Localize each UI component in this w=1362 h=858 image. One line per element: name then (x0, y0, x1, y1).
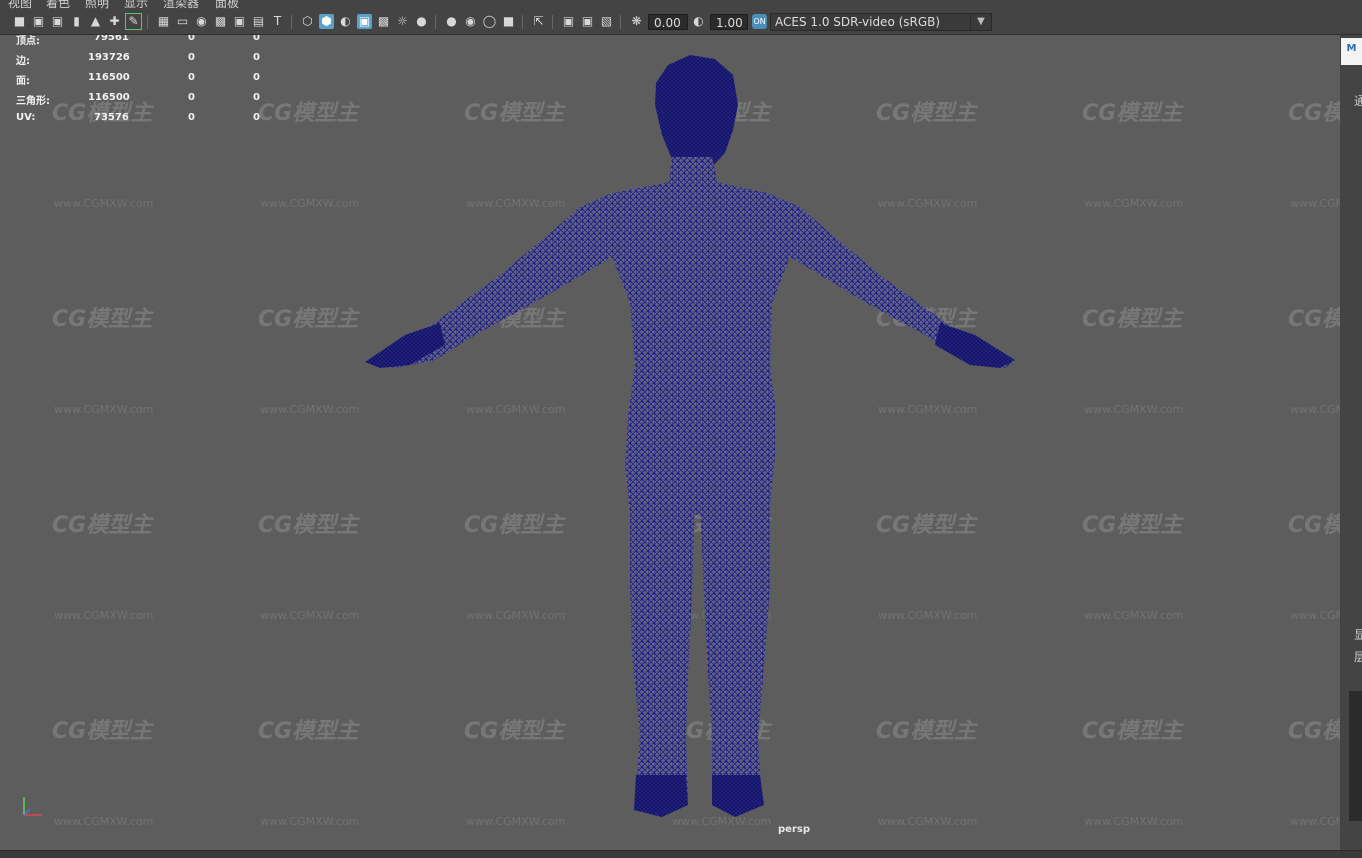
viewport-toolbar: ■ ▣ ▣ ▮ ▲ ✚ ✎ ▦ ▭ ◉ ▩ ▣ ▤ T ⬡ ⬢ ◐ ▣ ▩ ☼ … (0, 10, 1362, 35)
perspective-viewport[interactable]: CG模型主 www.CGMXW.com CG模型主 www.CGMXW.com CG模型… (0, 35, 1340, 850)
checker-icon[interactable]: ▩ (376, 14, 391, 29)
color-management-icon[interactable]: ON (752, 14, 767, 29)
gamma-field[interactable]: 1.00 (710, 14, 748, 30)
separator (291, 15, 292, 29)
right-foot-mesh (712, 775, 764, 817)
hud-label: UV: (16, 112, 36, 123)
ambient-occlusion-icon[interactable]: ● (444, 14, 459, 29)
hud-row: UV: 73576 0 0 (0, 112, 270, 126)
hud-value: 116500 (88, 72, 130, 83)
panel-label: 通 (1354, 94, 1362, 108)
antialias-icon[interactable]: ◯ (482, 14, 497, 29)
motion-blur-icon[interactable]: ◉ (463, 14, 478, 29)
color-space-value: ACES 1.0 SDR-video (sRGB) (775, 15, 941, 29)
right-leg-mesh (700, 505, 770, 817)
film-gate-icon[interactable]: ▭ (175, 14, 190, 29)
hud-row: 面: 116500 0 0 (0, 72, 270, 87)
hud-value: 116500 (88, 92, 130, 103)
panel-scrollbar[interactable] (1349, 691, 1362, 821)
resolution-gate-icon[interactable]: ◉ (194, 14, 209, 29)
hud-value: 0 (188, 35, 195, 43)
right-hand-mesh (935, 323, 1015, 368)
wireframe-mesh (365, 55, 1015, 817)
wireframe-icon[interactable]: ⬡ (300, 14, 315, 29)
xray-components-icon[interactable]: ▧ (599, 14, 614, 29)
menu-renderer[interactable]: 渲染器 (163, 0, 199, 10)
hud-value: 0 (188, 52, 195, 63)
pencil-icon[interactable]: ✎ (125, 13, 142, 30)
menu-lighting[interactable]: 照明 (85, 0, 109, 10)
neck-mesh (668, 157, 718, 185)
hud-value: 0 (253, 112, 260, 123)
textured-icon[interactable]: ▣ (357, 14, 372, 29)
separator (552, 15, 553, 29)
xray-icon[interactable]: ▣ (561, 14, 576, 29)
hud-value: 0 (253, 35, 260, 43)
hud-label: 面: (16, 76, 30, 87)
hud-value: 0 (188, 72, 195, 83)
grid-icon[interactable]: ▦ (156, 14, 171, 29)
smooth-shade-icon[interactable]: ⬢ (319, 14, 334, 29)
field-chart-icon[interactable]: ▣ (232, 14, 247, 29)
menu-show[interactable]: 显示 (124, 0, 148, 10)
safe-action-icon[interactable]: ▤ (251, 14, 266, 29)
left-foot-mesh (634, 775, 688, 817)
separator (620, 15, 621, 29)
exposure-field[interactable]: 0.00 (648, 14, 688, 30)
camera-attributes-icon[interactable]: ▣ (31, 14, 46, 29)
torso-mesh (365, 183, 1015, 515)
menu-panels[interactable]: 面板 (215, 0, 239, 10)
separator (435, 15, 436, 29)
wireframe-on-shaded-icon[interactable]: ◐ (338, 14, 353, 29)
hud-value: 0 (188, 112, 195, 123)
hud-label: 三角形: (16, 96, 50, 107)
shadows-icon[interactable]: ● (414, 14, 429, 29)
left-hand-mesh (365, 323, 445, 368)
axis-icon (23, 797, 42, 816)
isolate-icon[interactable]: ⇱ (531, 14, 546, 29)
hud-value: 0 (188, 92, 195, 103)
hud-label: 顶点: (16, 36, 40, 47)
camera-tools-icon[interactable]: ▣ (50, 14, 65, 29)
hud-value: 193726 (88, 52, 130, 63)
left-leg-mesh (630, 505, 695, 817)
depth-of-field-icon[interactable]: ■ (501, 14, 516, 29)
gamma-icon[interactable]: ◐ (691, 14, 706, 29)
bookmark-icon[interactable]: ▮ (69, 14, 84, 29)
separator (147, 15, 148, 29)
hud-value: 73576 (94, 112, 129, 123)
gate-mask-icon[interactable]: ▩ (213, 14, 228, 29)
hud-row: 三角形: 116500 0 0 (0, 92, 270, 107)
view-axis-gizmo (18, 791, 48, 825)
hud-value: 0 (253, 92, 260, 103)
menu-shading[interactable]: 着色 (46, 0, 70, 10)
hud-value: 79561 (94, 35, 129, 43)
camera-name-label: persp (778, 824, 810, 835)
panel-label: 层 (1354, 650, 1362, 664)
safe-title-icon[interactable]: T (270, 14, 285, 29)
color-space-dropdown[interactable]: ACES 1.0 SDR-video (sRGB) ▼ (770, 13, 992, 31)
hud-row: 顶点: 79561 0 0 (0, 35, 270, 47)
chevron-down-icon: ▼ (970, 14, 991, 30)
menu-view[interactable]: 视图 (8, 0, 32, 10)
separator (522, 15, 523, 29)
head-mesh (655, 55, 738, 169)
camera-icon[interactable]: ■ (12, 14, 27, 29)
lights-icon[interactable]: ☼ (395, 14, 410, 29)
two-d-pan-icon[interactable]: ✚ (107, 14, 122, 29)
panel-label: 显 (1354, 628, 1362, 642)
hud-label: 边: (16, 56, 30, 67)
menu-bar: 视图 着色 照明 显示 渲染器 面板 (0, 0, 1362, 10)
maya-badge[interactable]: M (1341, 38, 1362, 65)
hud-row: 边: 193726 0 0 (0, 52, 270, 67)
hud-value: 0 (253, 72, 260, 83)
xray-joints-icon[interactable]: ▣ (580, 14, 595, 29)
hud-value: 0 (253, 52, 260, 63)
image-plane-icon[interactable]: ▲ (88, 14, 103, 29)
exposure-icon[interactable]: ❋ (629, 14, 644, 29)
right-side-panel: M 通 显 层 (1340, 35, 1362, 850)
